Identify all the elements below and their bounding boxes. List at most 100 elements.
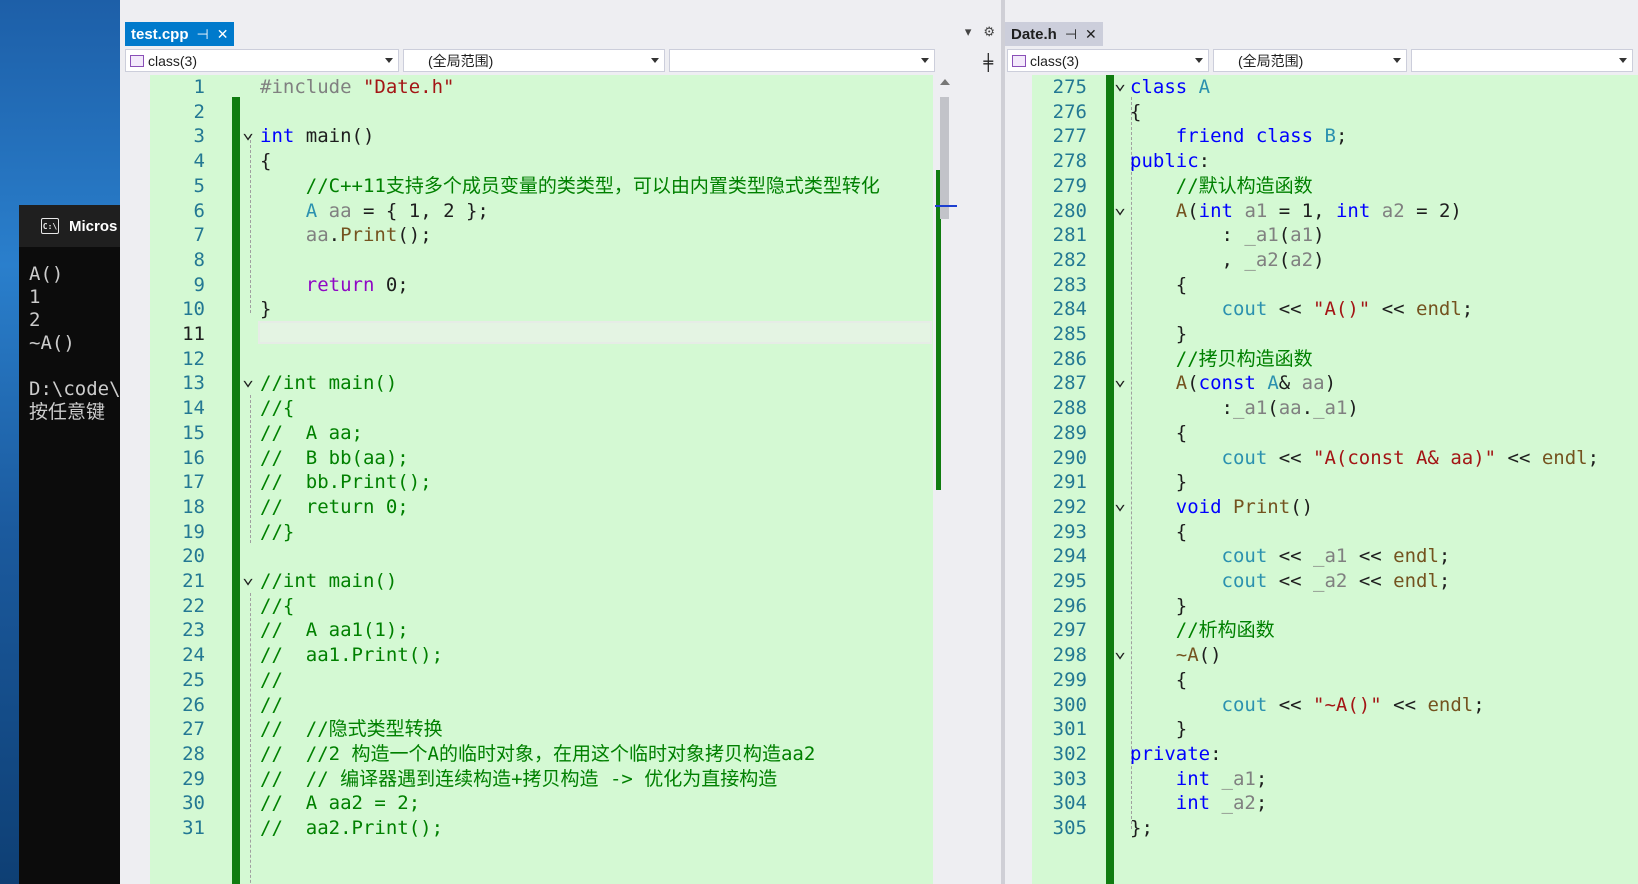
code-line[interactable]: 3 ⌄ int main() [150, 121, 933, 149]
code-line[interactable]: 9 return 0; [150, 273, 933, 298]
class-dropdown[interactable]: class(3) [1007, 49, 1209, 72]
code-line[interactable]: 29 // // 编译器遇到连续构造+拷贝构造 -> 优化为直接构造 [150, 767, 933, 792]
pin-icon[interactable]: ⊣ [1065, 26, 1077, 43]
code-line[interactable]: 290 cout << "A(const A& aa)" << endl; [1032, 446, 1638, 471]
code-line[interactable]: 288 :_a1(aa._a1) [1032, 396, 1638, 421]
code-line[interactable]: 4{ [150, 149, 933, 174]
fold-toggle-icon[interactable]: ⌄ [1114, 492, 1126, 512]
code-line[interactable]: 17 // bb.Print(); [150, 470, 933, 495]
fold-toggle-icon[interactable]: ⌄ [242, 121, 254, 141]
pin-icon[interactable]: ⊣ [197, 26, 209, 43]
vertical-scrollbar-left[interactable] [935, 75, 957, 884]
tab-list-dropdown-icon[interactable]: ▾ [965, 24, 972, 40]
code-line[interactable]: 302 private: [1032, 742, 1638, 767]
code-line[interactable]: 283 { [1032, 273, 1638, 298]
code-line[interactable]: 31 // aa2.Print(); [150, 816, 933, 841]
code-line[interactable]: 301 } [1032, 717, 1638, 742]
code-line[interactable]: 292 ⌄ void Print() [1032, 492, 1638, 520]
scope-dropdown[interactable]: (全局范围) [1213, 49, 1407, 72]
code-line[interactable]: 2 [150, 100, 933, 125]
code-line[interactable]: 23 // A aa1(1); [150, 618, 933, 643]
code-line[interactable]: 18 // return 0; [150, 495, 933, 520]
code-line[interactable]: 300 cout << "~A()" << endl; [1032, 693, 1638, 718]
code-line[interactable]: 304 int _a2; [1032, 791, 1638, 816]
tab-test-cpp[interactable]: test.cpp ⊣ ✕ [125, 22, 235, 46]
close-icon[interactable]: ✕ [1085, 26, 1097, 43]
code-line[interactable]: 287 ⌄ A(const A& aa) [1032, 368, 1638, 396]
code-text: // bb.Print(); [260, 471, 432, 494]
code-text: #include "Date.h" [260, 76, 455, 98]
code-line[interactable]: 13 ⌄ //int main() [150, 368, 933, 396]
code-line[interactable]: 25 // [150, 668, 933, 693]
line-number: 12 [182, 347, 205, 370]
fold-toggle-icon[interactable]: ⌄ [242, 566, 254, 586]
code-line[interactable]: 275 ⌄ class A [1032, 75, 1638, 100]
code-line[interactable]: 20 [150, 544, 933, 569]
line-number: 8 [193, 248, 205, 271]
code-line[interactable]: 278 public: [1032, 149, 1638, 174]
scroll-up-arrow-icon[interactable] [940, 79, 950, 85]
code-text: } [1130, 594, 1188, 617]
code-line[interactable]: 289 { [1032, 421, 1638, 446]
code-line[interactable]: 11 [150, 322, 933, 347]
code-line[interactable]: 24 // aa1.Print(); [150, 643, 933, 668]
scope-dropdown[interactable]: (全局范围) [403, 49, 665, 72]
code-line[interactable]: 294 cout << _a1 << endl; [1032, 544, 1638, 569]
code-line[interactable]: 1 #include "Date.h" [150, 75, 933, 100]
code-line[interactable]: 19 //} [150, 520, 933, 545]
fold-toggle-icon[interactable]: ⌄ [1114, 640, 1126, 660]
split-window-icon[interactable]: ╪ [983, 53, 993, 72]
code-line[interactable]: 296 } [1032, 594, 1638, 619]
code-line[interactable]: 284 cout << "A()" << endl; [1032, 297, 1638, 322]
code-line[interactable]: 293 { [1032, 520, 1638, 545]
indicator-margin [123, 75, 150, 884]
member-dropdown[interactable] [1411, 49, 1633, 72]
code-line[interactable]: 14 //{ [150, 396, 933, 421]
code-line[interactable]: 280 ⌄ A(int a1 = 1, int a2 = 2) [1032, 196, 1638, 224]
code-line[interactable]: 285 } [1032, 322, 1638, 347]
code-editor-test-cpp[interactable]: 1 #include "Date.h" 2 3 ⌄ int main() 4{5 //C++… [150, 75, 933, 884]
code-line[interactable]: 299 { [1032, 668, 1638, 693]
member-dropdown[interactable] [669, 49, 935, 72]
fold-toggle-icon[interactable]: ⌄ [1114, 75, 1126, 92]
tab-date-h[interactable]: Date.h ⊣ ✕ [1005, 22, 1103, 46]
fold-toggle-icon[interactable]: ⌄ [1114, 196, 1126, 216]
fold-toggle-icon[interactable]: ⌄ [1114, 368, 1126, 388]
settings-gear-icon[interactable]: ⚙ [983, 24, 995, 40]
code-editor-date-h[interactable]: 275 ⌄ class A 276{277 friend class B; 278 pub… [1032, 75, 1638, 884]
code-line[interactable]: 295 cout << _a2 << endl; [1032, 569, 1638, 594]
code-line[interactable]: 22 //{ [150, 594, 933, 619]
code-line[interactable]: 16 // B bb(aa); [150, 446, 933, 471]
console-titlebar[interactable]: C:\ Micros [19, 205, 120, 247]
code-line[interactable]: 6 A aa = { 1, 2 }; [150, 199, 933, 224]
code-line[interactable]: 10} [150, 297, 933, 322]
code-text: } [1130, 718, 1188, 741]
code-line[interactable]: 281 : _a1(a1) [1032, 223, 1638, 248]
code-line[interactable]: 15 // A aa; [150, 421, 933, 446]
fold-toggle-icon[interactable]: ⌄ [242, 368, 254, 388]
code-line[interactable]: 21 ⌄ //int main() [150, 566, 933, 594]
scrollbar-thumb[interactable] [940, 97, 949, 219]
code-line[interactable]: 282 , _a2(a2) [1032, 248, 1638, 273]
code-line[interactable]: 26 // [150, 693, 933, 718]
navigation-bar-left: class(3) (全局范围) [123, 49, 1001, 73]
code-text: // A aa1(1); [260, 619, 409, 642]
code-text: } [1130, 471, 1188, 494]
code-line[interactable]: 30 // A aa2 = 2; [150, 791, 933, 816]
code-line[interactable]: 7 aa.Print(); [150, 223, 933, 248]
line-number: 4 [193, 150, 205, 173]
code-line[interactable]: 276 { [1032, 100, 1638, 125]
code-line[interactable]: 8 [150, 248, 933, 273]
code-text: A(int a1 = 1, int a2 = 2) [1175, 199, 1462, 222]
code-line[interactable]: 305}; [1032, 816, 1638, 841]
code-line[interactable]: 303 int _a1; [1032, 767, 1638, 792]
code-line[interactable]: 277 friend class B; [1032, 124, 1638, 149]
code-line[interactable]: 27 // //隐式类型转换 [150, 717, 933, 742]
code-line[interactable]: 28 // //2 构造一个A的临时对象，在用这个临时对象拷贝构造aa2 [150, 742, 933, 767]
code-line[interactable]: 12 [150, 347, 933, 372]
close-icon[interactable]: ✕ [217, 26, 229, 43]
code-line[interactable]: 5 //C++11支持多个成员变量的类类型，可以由内置类型隐式类型转化 [150, 174, 933, 199]
console-window[interactable]: C:\ Micros A() 1 2 ~A() D:\code\ 按任意键 [19, 205, 121, 884]
class-dropdown[interactable]: class(3) [125, 49, 399, 72]
code-line[interactable]: 298 ⌄ ~A() [1032, 640, 1638, 668]
